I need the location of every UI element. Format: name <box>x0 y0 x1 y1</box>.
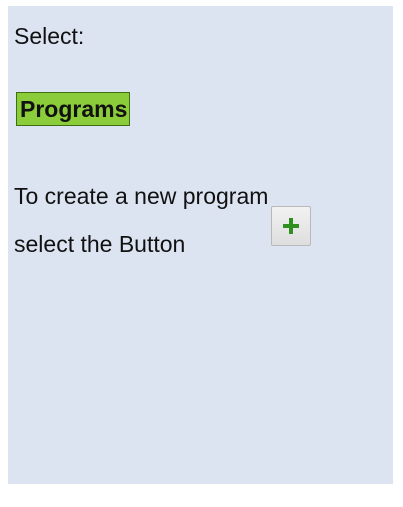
instruction-line-1: To create a new program <box>14 183 269 209</box>
programs-label: Programs <box>20 96 128 122</box>
instruction-line-2: select the Button <box>14 231 186 257</box>
programs-menu-highlight: Programs <box>16 92 131 126</box>
help-panel: Select: Programs To create a new program… <box>8 6 393 484</box>
plus-icon <box>283 218 299 234</box>
select-label: Select: <box>14 23 85 49</box>
add-program-button[interactable] <box>271 206 311 246</box>
instruction-text: To create a new program select the Butto… <box>14 172 386 268</box>
